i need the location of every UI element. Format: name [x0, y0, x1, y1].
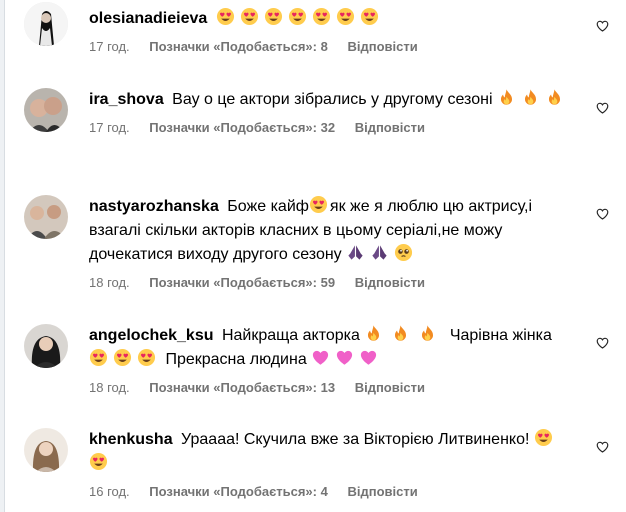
like-heart-icon[interactable] — [595, 207, 610, 221]
comment-time: 17 год. — [89, 39, 130, 54]
comment-message: Вау о це актори зібрались у другому сезо… — [172, 91, 493, 108]
comment-time: 16 год. — [89, 484, 130, 499]
reply-button[interactable]: Відповісти — [355, 380, 425, 395]
fire-icon — [545, 88, 564, 107]
comment-time: 17 год. — [89, 120, 130, 135]
avatar-image — [24, 324, 68, 368]
likes-count[interactable]: Позначки «Подобається»: 4 — [149, 484, 328, 499]
likes-count[interactable]: Позначки «Подобається»: 32 — [149, 120, 335, 135]
likes-count[interactable]: Позначки «Подобається»: 13 — [149, 380, 335, 395]
heart-eyes-icon — [312, 7, 331, 26]
avatar[interactable] — [24, 195, 68, 239]
avatar[interactable] — [24, 2, 68, 46]
comment-message: Боже кайф — [227, 198, 309, 215]
fire-icon — [364, 324, 383, 343]
reply-button[interactable]: Відповісти — [355, 275, 425, 290]
reply-button[interactable]: Відповісти — [347, 484, 417, 499]
comment-meta: 16 год. Позначки «Подобається»: 4 Відпов… — [89, 484, 579, 500]
comment-time: 18 год. — [89, 380, 130, 395]
comment-text: angelochek_ksu Найкраща акторка Чарівна … — [89, 324, 569, 372]
avatar-image — [24, 195, 68, 239]
heart-eyes-icon — [137, 348, 156, 367]
comment-meta: 18 год. Позначки «Подобається»: 59 Відпо… — [89, 275, 579, 291]
pink-heart-icon — [311, 348, 330, 367]
heart-eyes-icon — [309, 195, 328, 214]
fire-icon — [521, 88, 540, 107]
reply-button[interactable]: Відповісти — [355, 120, 425, 135]
heart-eyes-icon — [89, 452, 108, 471]
comment-text: olesianadieieva — [89, 7, 579, 31]
heart-eyes-icon — [336, 7, 355, 26]
comment-text: nastyarozhanska Боже кайф як же я люблю ц… — [89, 195, 569, 267]
reply-button[interactable]: Відповісти — [347, 39, 417, 54]
fire-icon — [418, 324, 437, 343]
pink-heart-icon — [335, 348, 354, 367]
pleading-face-icon — [394, 243, 413, 262]
comment-time: 18 год. — [89, 275, 130, 290]
avatar-image — [24, 2, 68, 46]
praying-hands-icon — [370, 243, 389, 262]
heart-eyes-icon — [534, 428, 553, 447]
comment-text: ira_shova Вау о це актори зібрались у др… — [89, 88, 569, 112]
heart-eyes-icon — [89, 348, 108, 367]
comment-username[interactable]: olesianadieieva — [89, 10, 207, 27]
comment-body: khenkusha Ураааа! Скучила вже за Вікторі… — [89, 428, 579, 500]
heart-eyes-icon — [240, 7, 259, 26]
comment-username[interactable]: khenkusha — [89, 431, 173, 448]
heart-eyes-icon — [113, 348, 132, 367]
heart-eyes-icon — [288, 7, 307, 26]
comment-username[interactable]: nastyarozhanska — [89, 198, 219, 215]
pink-heart-icon — [359, 348, 378, 367]
fire-icon — [391, 324, 410, 343]
comment-message: Ураааа! Скучила вже за Вікторією Литвине… — [181, 431, 530, 448]
left-panel-edge — [0, 0, 5, 512]
like-heart-icon[interactable] — [595, 336, 610, 350]
comment-body: angelochek_ksu Найкраща акторка Чарівна … — [89, 324, 579, 396]
heart-eyes-icon — [360, 7, 379, 26]
comment-username[interactable]: angelochek_ksu — [89, 327, 214, 344]
comment-body: olesianadieieva 17 год. Позначки «Подоба… — [89, 0, 579, 55]
comment-message: Прекрасна людина — [165, 351, 307, 368]
like-heart-icon[interactable] — [595, 440, 610, 454]
comment-message: Чарівна жінка — [449, 327, 552, 344]
comment-message: Найкраща акторка — [221, 327, 360, 344]
comment-text: khenkusha Ураааа! Скучила вже за Вікторі… — [89, 428, 569, 476]
likes-count[interactable]: Позначки «Подобається»: 8 — [149, 39, 328, 54]
comment-meta: 18 год. Позначки «Подобається»: 13 Відпо… — [89, 380, 579, 396]
fire-icon — [497, 88, 516, 107]
like-heart-icon[interactable] — [595, 101, 610, 115]
heart-eyes-icon — [264, 7, 283, 26]
praying-hands-icon — [346, 243, 365, 262]
comment-body: nastyarozhanska Боже кайф як же я люблю ц… — [89, 195, 579, 291]
avatar-image — [24, 88, 68, 132]
comment-username[interactable]: ira_shova — [89, 91, 164, 108]
avatar[interactable] — [24, 428, 68, 472]
comment-meta: 17 год. Позначки «Подобається»: 8 Відпов… — [89, 39, 579, 55]
comment-meta: 17 год. Позначки «Подобається»: 32 Відпо… — [89, 120, 579, 136]
avatar[interactable] — [24, 324, 68, 368]
avatar[interactable] — [24, 88, 68, 132]
avatar-image — [24, 428, 68, 472]
like-heart-icon[interactable] — [595, 19, 610, 33]
heart-eyes-icon — [216, 7, 235, 26]
comment-body: ira_shova Вау о це актори зібрались у др… — [89, 88, 579, 136]
likes-count[interactable]: Позначки «Подобається»: 59 — [149, 275, 335, 290]
